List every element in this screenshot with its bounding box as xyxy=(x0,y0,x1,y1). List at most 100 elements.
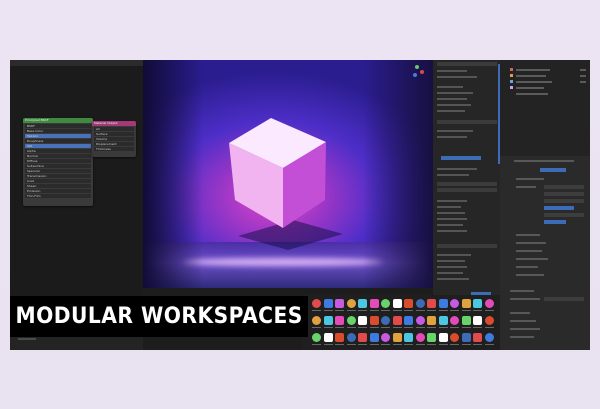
asset-thumbnail[interactable] xyxy=(427,333,436,342)
navigation-gizmo[interactable] xyxy=(410,64,426,80)
node-socket[interactable]: Displacement xyxy=(94,142,134,146)
asset-thumbnail[interactable] xyxy=(358,299,367,308)
asset-thumbnail[interactable] xyxy=(461,299,471,308)
asset-thumbnail[interactable] xyxy=(484,333,494,342)
asset-thumbnail[interactable] xyxy=(450,299,459,308)
asset-thumbnail[interactable] xyxy=(335,316,344,325)
node-socket[interactable]: IOR xyxy=(25,144,91,148)
outliner-item[interactable] xyxy=(516,75,546,77)
3d-viewport[interactable] xyxy=(143,60,433,288)
active-tab[interactable] xyxy=(441,156,481,160)
asset-thumbnail[interactable] xyxy=(450,316,459,325)
asset-thumbnail[interactable] xyxy=(438,316,448,325)
node-socket[interactable]: Subsurface xyxy=(25,164,91,168)
shader-node-editor[interactable]: Principled BSDF BSDF Base Color Metallic… xyxy=(10,66,143,326)
panel-field[interactable] xyxy=(437,188,497,192)
asset-thumbnail[interactable] xyxy=(404,316,413,325)
asset-thumbnail[interactable] xyxy=(381,316,390,325)
asset-thumbnail[interactable] xyxy=(461,333,471,342)
panel-field[interactable] xyxy=(437,120,497,124)
asset-thumbnail[interactable] xyxy=(346,316,356,325)
node-socket[interactable]: All xyxy=(94,127,134,131)
asset-thumbnail[interactable] xyxy=(312,333,321,342)
node-socket[interactable]: Normal xyxy=(25,154,91,158)
panel-slider[interactable] xyxy=(544,220,566,224)
asset-thumbnail[interactable] xyxy=(415,299,425,308)
asset-thumbnail[interactable] xyxy=(369,316,379,325)
material-output-node[interactable]: Material Output All Surface Volume Displ… xyxy=(92,121,136,157)
asset-thumbnail[interactable] xyxy=(404,299,413,308)
panel-tab-bar[interactable] xyxy=(514,160,574,162)
asset-thumbnail[interactable] xyxy=(335,333,344,342)
panel-slider[interactable] xyxy=(544,206,574,210)
asset-thumbnail[interactable] xyxy=(381,333,390,342)
node-socket[interactable]: Volume xyxy=(94,137,134,141)
asset-thumbnail[interactable] xyxy=(312,316,321,325)
footer-item[interactable] xyxy=(18,338,36,340)
material-slot[interactable] xyxy=(540,168,566,172)
asset-thumbnail[interactable] xyxy=(484,316,494,325)
asset-thumbnail[interactable] xyxy=(415,316,425,325)
node-socket[interactable]: Specular xyxy=(25,169,91,173)
outliner-item[interactable] xyxy=(516,93,548,95)
asset-thumbnail[interactable] xyxy=(358,333,367,342)
asset-thumbnail[interactable] xyxy=(450,333,459,342)
asset-thumbnail[interactable] xyxy=(438,333,448,342)
axis-x-icon[interactable] xyxy=(420,70,424,74)
axis-z-icon[interactable] xyxy=(413,73,417,77)
panel-field[interactable] xyxy=(437,244,497,248)
asset-thumbnail[interactable] xyxy=(461,316,471,325)
panel-field[interactable] xyxy=(544,192,584,196)
asset-thumbnail[interactable] xyxy=(392,299,402,308)
asset-thumbnail[interactable] xyxy=(346,299,356,308)
node-socket[interactable]: Diffuse xyxy=(25,159,91,163)
principled-bsdf-node[interactable]: Principled BSDF BSDF Base Color Metallic… xyxy=(23,118,93,206)
panel-field[interactable] xyxy=(544,199,584,203)
asset-thumbnail[interactable] xyxy=(427,299,436,308)
asset-thumbnail[interactable] xyxy=(369,299,379,308)
node-socket[interactable]: Surface xyxy=(94,132,134,136)
outliner-item[interactable] xyxy=(516,87,544,89)
asset-thumbnail[interactable] xyxy=(381,299,390,308)
node-socket[interactable]: Base Color xyxy=(25,129,91,133)
node-socket[interactable]: Sheen xyxy=(25,184,91,188)
node-socket[interactable]: Roughness xyxy=(25,139,91,143)
outliner-item[interactable] xyxy=(516,69,550,71)
node-socket[interactable]: Transmission xyxy=(25,174,91,178)
asset-thumbnail[interactable] xyxy=(335,299,344,308)
asset-thumbnail[interactable] xyxy=(392,333,402,342)
asset-thumbnail[interactable] xyxy=(415,333,425,342)
asset-shelf[interactable] xyxy=(302,295,500,350)
asset-thumbnail[interactable] xyxy=(404,333,413,342)
node-socket[interactable]: BSDF xyxy=(25,124,91,128)
asset-thumbnail[interactable] xyxy=(473,316,482,325)
node-socket[interactable]: Coat xyxy=(25,179,91,183)
asset-thumbnail[interactable] xyxy=(323,333,333,342)
asset-thumbnail[interactable] xyxy=(323,316,333,325)
asset-thumbnail[interactable] xyxy=(312,299,321,308)
asset-thumbnail[interactable] xyxy=(484,299,494,308)
panel-field[interactable] xyxy=(544,185,584,189)
asset-thumbnail[interactable] xyxy=(473,299,482,308)
panel-field[interactable] xyxy=(544,297,584,301)
asset-thumbnail[interactable] xyxy=(369,333,379,342)
outliner-panel[interactable] xyxy=(500,60,590,156)
outliner-visibility[interactable] xyxy=(580,69,586,71)
outliner-visibility[interactable] xyxy=(580,75,586,77)
asset-thumbnail[interactable] xyxy=(346,333,356,342)
node-socket[interactable]: Emission xyxy=(25,189,91,193)
asset-thumbnail[interactable] xyxy=(392,316,402,325)
node-socket[interactable]: Thin Film xyxy=(25,194,91,198)
material-properties-panel[interactable] xyxy=(500,156,590,350)
outliner-visibility[interactable] xyxy=(580,81,586,83)
node-socket[interactable]: Metallic xyxy=(25,134,91,138)
asset-thumbnail[interactable] xyxy=(438,299,448,308)
asset-thumbnail[interactable] xyxy=(358,316,367,325)
node-socket[interactable]: Thickness xyxy=(94,147,134,151)
asset-thumbnail[interactable] xyxy=(323,299,333,308)
axis-y-icon[interactable] xyxy=(415,65,419,69)
asset-thumbnail[interactable] xyxy=(473,333,482,342)
node-socket[interactable]: Alpha xyxy=(25,149,91,153)
panel-field[interactable] xyxy=(437,182,497,186)
panel-field[interactable] xyxy=(544,213,584,217)
